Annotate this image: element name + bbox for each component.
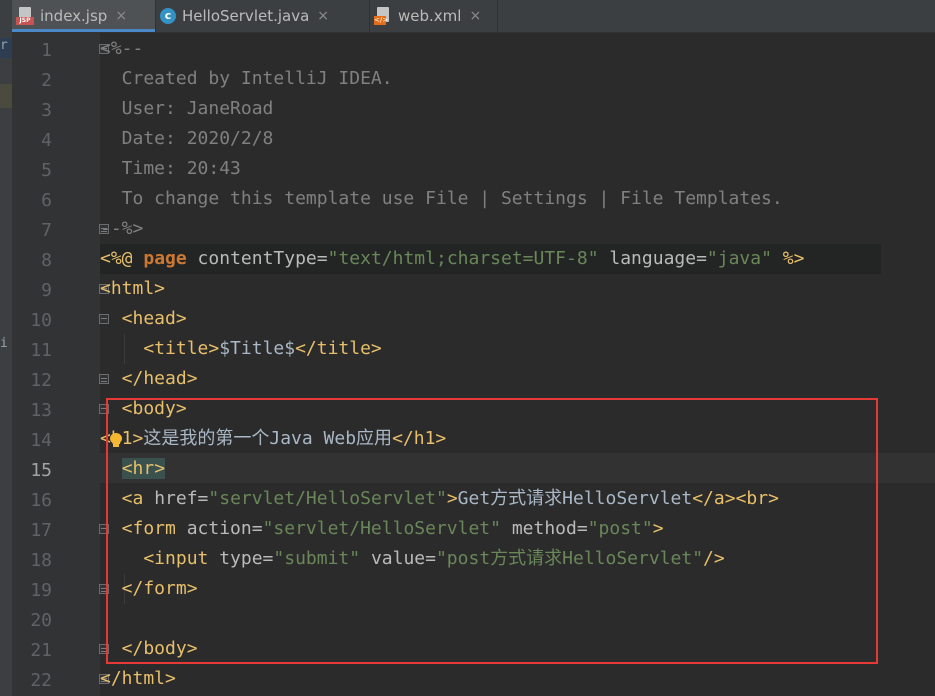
- text-content: $Title$: [219, 338, 296, 359]
- jsp-file-icon: JSP: [16, 7, 34, 25]
- tag-open: <form: [100, 518, 176, 539]
- attribute-name: value=: [360, 548, 436, 569]
- tab-web-xml[interactable]: </> web.xml ×: [370, 0, 498, 32]
- code-line-7[interactable]: --%>: [100, 214, 143, 244]
- attribute-value: "servlet/HelloServlet": [208, 488, 447, 509]
- line-number: 18: [30, 550, 52, 571]
- tab-index-jsp[interactable]: JSP index.jsp ×: [12, 0, 156, 32]
- tag-gt: >: [446, 488, 458, 509]
- code-line-21[interactable]: </body>: [100, 634, 198, 664]
- tag-close: </h1>: [392, 428, 447, 449]
- tab-label: index.jsp: [40, 7, 108, 25]
- line-number: 21: [30, 640, 52, 661]
- code-line-15[interactable]: <hr>: [100, 454, 166, 484]
- panel-text-fragment: r: [0, 38, 8, 53]
- line-number: 11: [30, 340, 52, 361]
- text-content: 这是我的第一个Java Web应用: [143, 428, 393, 449]
- line-number-gutter[interactable]: 1 2 3 4 5 6 7 8 9 10 11 12 13 14 15 16 1…: [12, 32, 109, 696]
- line-number: 2: [41, 70, 52, 91]
- line-number: 7: [41, 220, 52, 241]
- line-number: 6: [41, 190, 52, 211]
- tag-close: />: [703, 548, 725, 569]
- line-number: 9: [41, 280, 52, 301]
- tab-label: HelloServlet.java: [182, 7, 310, 25]
- tag-open: <input: [100, 548, 209, 569]
- code-line-14[interactable]: <h1>这是我的第一个Java Web应用</h1>: [100, 424, 446, 454]
- tag-open: <a: [100, 488, 144, 509]
- close-icon[interactable]: ×: [115, 8, 127, 24]
- line-number: 14: [30, 430, 52, 451]
- editor-tab-bar: JSP index.jsp × c HelloServlet.java × </…: [0, 0, 935, 33]
- java-class-icon: c: [160, 8, 176, 24]
- jsp-directive-close: %>: [771, 248, 805, 269]
- code-line-2[interactable]: Created by IntelliJ IDEA.: [100, 64, 393, 94]
- tag-close: </title>: [295, 338, 382, 359]
- attribute-name: type=: [208, 548, 274, 569]
- caret-line-highlight: [100, 453, 935, 483]
- code-line-4[interactable]: Date: 2020/2/8: [100, 124, 274, 154]
- attribute-name: contentType=: [186, 248, 328, 269]
- tag-gt: >: [652, 518, 664, 539]
- xml-file-icon: </>: [374, 7, 392, 25]
- code-line-1[interactable]: <%--: [100, 34, 143, 64]
- code-line-11[interactable]: <title>$Title$</title>: [100, 334, 382, 364]
- line-number: 12: [30, 370, 52, 391]
- tag-open: <title>: [100, 338, 220, 359]
- code-line-22[interactable]: </html>: [100, 664, 176, 694]
- line-number: 10: [30, 310, 52, 331]
- line-number: 20: [30, 610, 52, 631]
- attribute-value: "post方式请求HelloServlet": [435, 548, 704, 569]
- line-number: 5: [41, 160, 52, 181]
- code-line-16[interactable]: <a href="servlet/HelloServlet">Get方式请求He…: [100, 484, 779, 514]
- code-line-8[interactable]: <%@ page contentType="text/html;charset=…: [100, 244, 804, 274]
- jsp-directive-keyword: page: [143, 248, 187, 269]
- matched-tag-highlight: <hr>: [121, 458, 166, 479]
- code-line-18[interactable]: <input type="submit" value="post方式请求Hell…: [100, 544, 725, 574]
- line-number: 22: [30, 670, 52, 691]
- line-number: 1: [41, 40, 52, 61]
- attribute-value: "java": [706, 248, 772, 269]
- code-line-9[interactable]: <html>: [100, 274, 165, 304]
- code-line-6[interactable]: To change this template use File | Setti…: [100, 184, 783, 214]
- hover-item-highlight: [0, 84, 12, 108]
- text-content: Get方式请求HelloServlet: [457, 488, 693, 509]
- tag-close: </a><br>: [692, 488, 779, 509]
- attribute-value: "text/html;charset=UTF-8": [327, 248, 599, 269]
- code-line-5[interactable]: Time: 20:43: [100, 154, 241, 184]
- current-line-number: 15: [30, 460, 52, 481]
- attribute-value: "servlet/HelloServlet": [262, 518, 501, 539]
- attribute-name: href=: [143, 488, 209, 509]
- line-number: 19: [30, 580, 52, 601]
- panel-text-fragment: i: [0, 336, 8, 351]
- attribute-name: language=: [598, 248, 707, 269]
- line-number: 16: [30, 490, 52, 511]
- code-line-17[interactable]: <form action="servlet/HelloServlet" meth…: [100, 514, 664, 544]
- close-icon[interactable]: ×: [469, 8, 481, 24]
- line-number: 4: [41, 130, 52, 151]
- line-number: 3: [41, 100, 52, 121]
- tab-helloservlet-java[interactable]: c HelloServlet.java ×: [156, 0, 370, 32]
- jsp-directive-open: <%@: [100, 248, 144, 269]
- code-line-19[interactable]: </form>: [100, 574, 198, 604]
- project-panel-edge[interactable]: r i: [0, 32, 12, 696]
- line-number: 13: [30, 400, 52, 421]
- tab-label: web.xml: [398, 7, 462, 25]
- line-number: 17: [30, 520, 52, 541]
- attribute-value: "post": [587, 518, 653, 539]
- line-number: 8: [41, 250, 52, 271]
- close-icon[interactable]: ×: [317, 8, 329, 24]
- attribute-name: action=: [175, 518, 263, 539]
- code-line-10[interactable]: <head>: [100, 304, 187, 334]
- lightbulb-icon[interactable]: [110, 433, 122, 449]
- attribute-name: method=: [500, 518, 588, 539]
- code-line-12[interactable]: </head>: [100, 364, 198, 394]
- code-line-3[interactable]: User: JaneRoad: [100, 94, 274, 124]
- code-line-13[interactable]: <body>: [100, 394, 187, 424]
- attribute-value: "submit": [273, 548, 361, 569]
